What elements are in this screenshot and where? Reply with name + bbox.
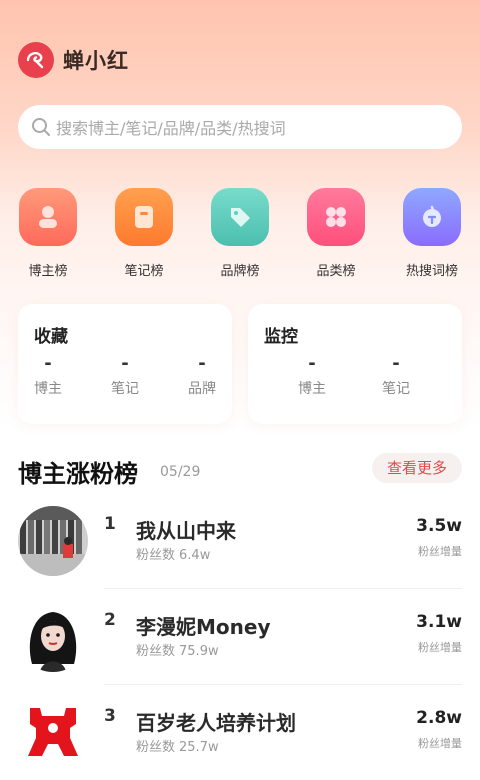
- fans-value: 75.9w: [179, 644, 219, 659]
- fans-count: 粉丝数 6.4w: [136, 544, 210, 563]
- fans-label: 粉丝数: [136, 644, 176, 659]
- view-more-button[interactable]: 查看更多: [371, 453, 462, 483]
- divider: [104, 684, 462, 685]
- category-label: 博主榜: [28, 264, 68, 279]
- category-shortcuts: 博主榜 笔记榜 品牌榜 品类榜 热搜词榜: [0, 188, 480, 280]
- category-note-rank[interactable]: 笔记榜: [104, 188, 184, 279]
- blogger-icon: [19, 188, 77, 246]
- stat-label: 笔记: [111, 381, 139, 397]
- app-title: 蝉小红: [63, 49, 129, 73]
- stat-value: -: [198, 353, 206, 374]
- fans-increase-label: 粉丝增量: [418, 641, 462, 654]
- search-bar[interactable]: 搜索博主/笔记/品牌/品类/热搜词: [18, 105, 462, 149]
- fans-increase: 3.5w: [416, 516, 462, 536]
- blogger-name[interactable]: 我从山中来: [136, 515, 236, 544]
- category-label: 热搜词榜: [405, 264, 458, 279]
- stat-label: 博主: [34, 381, 62, 397]
- stat-value: -: [392, 353, 400, 374]
- category-category-rank[interactable]: 品类榜: [296, 188, 376, 279]
- fans-label: 粉丝数: [136, 740, 176, 755]
- favorites-stat-note[interactable]: - 笔记: [95, 354, 155, 398]
- favorites-stat-blogger[interactable]: - 博主: [18, 354, 78, 398]
- category-brand-rank[interactable]: 品牌榜: [200, 188, 280, 279]
- fans-increase: 3.1w: [416, 612, 462, 632]
- stat-value: -: [44, 353, 52, 374]
- ranking-date: 05/29: [160, 464, 201, 480]
- blogger-name[interactable]: 百岁老人培养计划: [136, 707, 296, 736]
- category-hot-search-rank[interactable]: 热搜词榜: [392, 188, 472, 279]
- avatar[interactable]: [18, 506, 88, 576]
- fans-increase-label: 粉丝增量: [418, 737, 462, 750]
- category-label: 品牌榜: [220, 264, 260, 279]
- stat-value: -: [308, 353, 316, 374]
- rank-number: 1: [104, 514, 116, 534]
- tag-icon: [211, 188, 269, 246]
- stat-label: 品牌: [188, 381, 216, 397]
- monitor-stat-note[interactable]: - 笔记: [366, 354, 426, 398]
- monitor-stat-blogger[interactable]: - 博主: [282, 354, 342, 398]
- ranking-header: 博主涨粉榜 05/29 查看更多: [18, 452, 462, 488]
- category-label: 笔记榜: [124, 264, 164, 279]
- search-icon: [30, 116, 52, 138]
- ranking-row[interactable]: 1 我从山中来 粉丝数 6.4w 3.5w 粉丝增量: [0, 506, 480, 602]
- note-icon: [115, 188, 173, 246]
- fans-increase: 2.8w: [416, 708, 462, 728]
- category-blogger-rank[interactable]: 博主榜: [8, 188, 88, 279]
- rank-number: 2: [104, 610, 116, 630]
- search-placeholder[interactable]: 搜索博主/笔记/品牌/品类/热搜词: [56, 115, 286, 139]
- fans-label: 粉丝数: [136, 548, 176, 563]
- divider: [104, 588, 462, 589]
- ranking-row[interactable]: 2 李漫妮Money 粉丝数 75.9w 3.1w 粉丝增量: [0, 602, 480, 698]
- monitor-card[interactable]: 监控 - 博主 - 笔记: [248, 304, 462, 424]
- app-header: 蝉小红: [18, 42, 129, 78]
- blogger-name[interactable]: 李漫妮Money: [136, 611, 270, 640]
- stat-value: -: [121, 353, 129, 374]
- ranking-title: 博主涨粉榜: [18, 460, 138, 488]
- stat-label: 博主: [298, 381, 326, 397]
- avatar[interactable]: [18, 602, 88, 672]
- favorites-stat-brand[interactable]: - 品牌: [172, 354, 232, 398]
- avatar[interactable]: [18, 698, 88, 768]
- hot-search-icon: [403, 188, 461, 246]
- favorites-title: 收藏: [34, 327, 68, 347]
- stat-label: 笔记: [382, 381, 410, 397]
- category-label: 品类榜: [316, 264, 356, 279]
- rank-number: 3: [104, 706, 116, 726]
- favorites-card[interactable]: 收藏 - 博主 - 笔记 - 品牌: [18, 304, 232, 424]
- fans-value: 25.7w: [179, 740, 219, 755]
- category-grid-icon: [307, 188, 365, 246]
- fans-value: 6.4w: [179, 548, 211, 563]
- fans-count: 粉丝数 75.9w: [136, 640, 219, 659]
- monitor-title: 监控: [264, 327, 298, 347]
- ranking-row[interactable]: 3 百岁老人培养计划 粉丝数 25.7w 2.8w 粉丝增量: [0, 698, 480, 780]
- app-logo-icon: [18, 42, 54, 78]
- fans-increase-label: 粉丝增量: [418, 545, 462, 558]
- fans-count: 粉丝数 25.7w: [136, 736, 219, 755]
